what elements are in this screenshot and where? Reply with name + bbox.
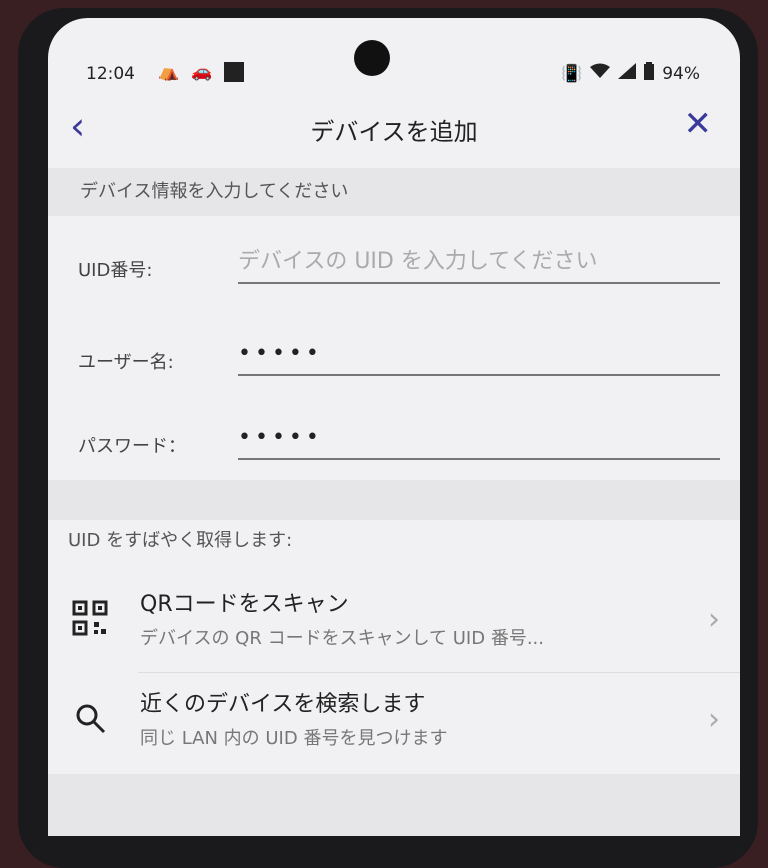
system-icons: 📳 94% [561, 62, 700, 85]
qr-code-icon [72, 600, 112, 640]
uid-input[interactable]: デバイスの UID を入力してください [238, 242, 720, 284]
scan-qr-subtitle: デバイスの QR コードをスキャンして UID 番号... [140, 628, 544, 649]
status-bar: 12:04 ⛺ 🚗 📳 94% [48, 18, 740, 98]
search-nearby-item[interactable]: 近くのデバイスを検索します 同じ LAN 内の UID 番号を見つけます › [48, 678, 740, 768]
screen: 12:04 ⛺ 🚗 📳 94% ‹ デバイスを追加 ✕ デバイス情報を入力してく… [48, 18, 740, 836]
notification-icons: ⛺ 🚗 [158, 62, 245, 82]
notification-icon [224, 62, 245, 82]
scan-qr-item[interactable]: QRコードをスキャン デバイスの QR コードをスキャンして UID 番号...… [48, 578, 740, 668]
chevron-right-icon: › [708, 602, 720, 637]
search-nearby-subtitle: 同じ LAN 内の UID 番号を見つけます [140, 728, 448, 749]
scan-qr-title: QRコードをスキャン [140, 592, 349, 617]
close-icon[interactable]: ✕ [684, 104, 713, 144]
username-label: ユーザー名: [78, 352, 174, 373]
search-icon [72, 700, 112, 740]
notification-icon: 🚗 [191, 62, 213, 82]
uid-label: UID番号: [78, 260, 153, 281]
password-field: パスワード： ••••• [78, 412, 720, 472]
username-input[interactable]: ••••• [238, 334, 720, 376]
battery-percent: 94% [662, 63, 700, 84]
device-info-section-title: デバイス情報を入力してください [48, 168, 740, 216]
bottom-area [48, 774, 740, 836]
uid-field: UID番号: デバイスの UID を入力してください [78, 236, 720, 296]
password-input[interactable]: ••••• [238, 418, 720, 460]
chevron-right-icon: › [708, 702, 720, 737]
signal-icon [618, 63, 637, 84]
username-field: ユーザー名: ••••• [78, 328, 720, 388]
section-separator [48, 480, 740, 520]
notification-icon: ⛺ [158, 62, 180, 82]
vibrate-icon: 📳 [561, 63, 583, 84]
top-bar: ‹ デバイスを追加 ✕ [48, 104, 740, 154]
password-label: パスワード： [78, 436, 186, 457]
quick-uid-heading: UID をすばやく取得します: [68, 530, 293, 551]
page-title: デバイスを追加 [310, 118, 478, 146]
divider [138, 672, 740, 673]
battery-icon [644, 62, 655, 85]
search-nearby-title: 近くのデバイスを検索します [140, 692, 426, 717]
status-time: 12:04 [86, 64, 135, 84]
wifi-icon [590, 63, 611, 84]
